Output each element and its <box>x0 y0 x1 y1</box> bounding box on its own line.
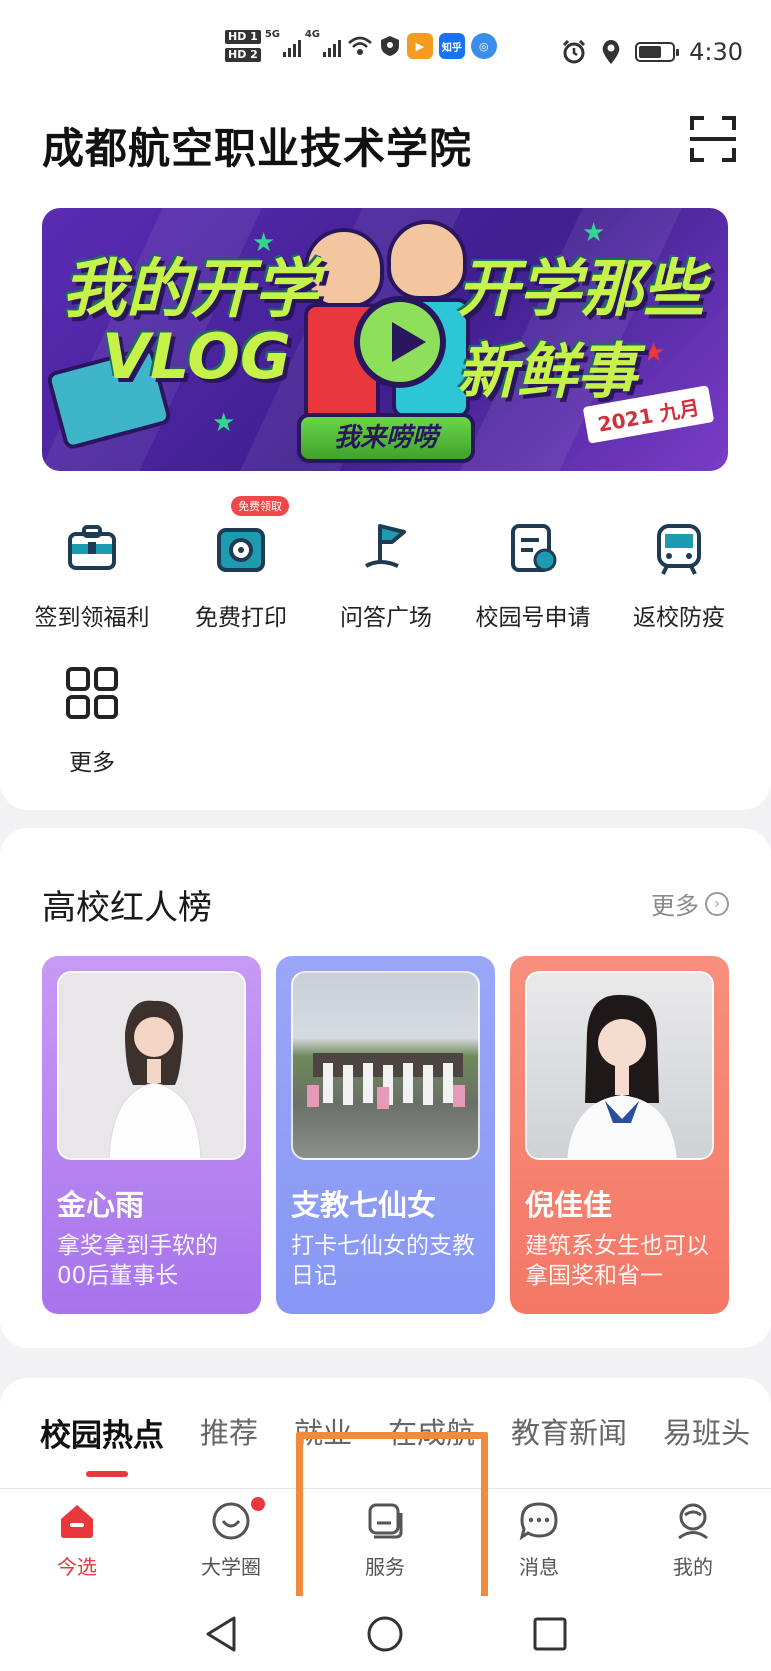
flag-icon <box>358 520 414 576</box>
quick-label: 更多 <box>69 750 115 776</box>
influencer-name: 金心雨 <box>57 1188 145 1222</box>
influencer-name: 支教七仙女 <box>291 1188 437 1222</box>
quick-label: 返校防疫 <box>633 605 725 631</box>
influencer-card[interactable]: 倪佳佳 建筑系女生也可以拿国奖和省一 <box>510 956 729 1314</box>
more-link[interactable]: 更多 › <box>651 886 729 921</box>
banner-cta-button[interactable]: 我来唠唠 <box>297 413 475 463</box>
grid-icon <box>64 665 120 721</box>
influencer-card[interactable]: 金心雨 拿奖拿到手软的00后董事长 <box>42 956 261 1314</box>
page-title: 成都航空职业技术学院 <box>42 124 473 173</box>
section-title: 高校红人榜 <box>42 888 212 928</box>
nav-label: 我的 <box>673 1555 713 1579</box>
location-icon <box>602 40 620 64</box>
quick-label: 签到领福利 <box>34 605 150 631</box>
quick-return-school[interactable]: 返校防疫 <box>604 520 754 632</box>
boy-illustration <box>387 220 467 300</box>
nav-label: 今选 <box>57 1555 97 1579</box>
quick-campus-apply[interactable]: 校园号申请 <box>458 520 608 632</box>
signal-5g-icon: 5G <box>265 29 301 57</box>
free-badge: 免费领取 <box>231 496 289 516</box>
quick-label: 免费打印 <box>195 605 287 631</box>
alarm-icon <box>563 39 586 64</box>
tab-campus-hot[interactable]: 校园热点 <box>40 1410 164 1455</box>
active-tab-indicator <box>86 1471 128 1477</box>
banner-text-4: 新鲜事 <box>457 337 637 407</box>
nav-home[interactable]: 今选 <box>0 1501 154 1580</box>
influencer-desc: 建筑系女生也可以拿国奖和省一 <box>525 1233 709 1289</box>
banner-text-1: 我的开学 <box>62 253 318 327</box>
back-icon[interactable] <box>202 1614 242 1654</box>
quick-more[interactable]: 更多 <box>17 665 167 777</box>
train-icon <box>651 520 707 576</box>
influencer-photo <box>525 971 714 1160</box>
video-app-icon: ▶ <box>406 33 433 59</box>
highlight-box <box>296 1432 488 1607</box>
briefcase-icon <box>64 520 120 576</box>
tab-recommend[interactable]: 推荐 <box>200 1410 258 1455</box>
clock-time: 4:30 <box>689 38 743 66</box>
quick-checkin[interactable]: 签到领福利 <box>17 520 167 632</box>
signal-4g-icon: 4G <box>305 29 341 57</box>
quick-qa[interactable]: 问答广场 <box>311 520 461 632</box>
influencer-card[interactable]: 支教七仙女 打卡七仙女的支教日记 <box>276 956 495 1314</box>
home-icon <box>57 1501 97 1541</box>
chevron-right-icon: › <box>705 891 729 916</box>
nav-profile[interactable]: 我的 <box>616 1501 770 1580</box>
message-icon <box>519 1501 559 1541</box>
browser-app-icon: ◎ <box>470 33 497 59</box>
shield-icon <box>380 36 399 56</box>
influencer-photo <box>57 971 246 1160</box>
hd1-label: HD 1 <box>225 30 261 44</box>
quick-label: 校园号申请 <box>475 605 591 631</box>
application-icon <box>505 520 561 576</box>
status-bar: HD 1 HD 2 5G 4G ▶ 知乎 ◎ 4:30 <box>0 0 771 110</box>
printer-icon: 免费领取 <box>213 496 289 576</box>
profile-icon <box>673 1501 713 1541</box>
smile-icon <box>211 1497 265 1541</box>
system-nav-bar <box>0 1596 771 1671</box>
home-button-icon[interactable] <box>365 1614 405 1654</box>
hd2-label: HD 2 <box>225 48 261 62</box>
more-label: 更多 <box>651 892 699 920</box>
quick-label: 问答广场 <box>340 605 432 631</box>
notification-dot <box>251 1497 265 1511</box>
battery-icon <box>635 42 680 62</box>
tab-education-news[interactable]: 教育新闻 <box>511 1410 627 1455</box>
influencer-desc: 拿奖拿到手软的00后董事长 <box>57 1233 218 1289</box>
nav-label: 大学圈 <box>201 1555 261 1579</box>
hd-indicator: HD 1 HD 2 <box>225 30 261 62</box>
scan-icon[interactable] <box>690 116 736 162</box>
nav-circle[interactable]: 大学圈 <box>154 1497 308 1580</box>
quick-print[interactable]: 免费领取 免费打印 <box>166 496 316 632</box>
tab-yiban[interactable]: 易班头 <box>663 1410 750 1455</box>
banner-text-2: VLOG <box>102 320 291 393</box>
influencer-name: 倪佳佳 <box>525 1188 613 1222</box>
wifi-icon <box>347 36 372 55</box>
zhihu-app-icon: 知乎 <box>438 33 465 59</box>
banner[interactable]: ★ ★ ★ ★ 我的开学 VLOG 开学那些 新鲜事 我来唠唠 2021 九月 <box>42 208 728 471</box>
recent-apps-icon[interactable] <box>530 1614 570 1654</box>
banner-text-3: 开学那些 <box>457 252 706 325</box>
play-icon <box>354 296 446 388</box>
influencer-photo <box>291 971 480 1160</box>
influencer-desc: 打卡七仙女的支教日记 <box>291 1233 475 1289</box>
